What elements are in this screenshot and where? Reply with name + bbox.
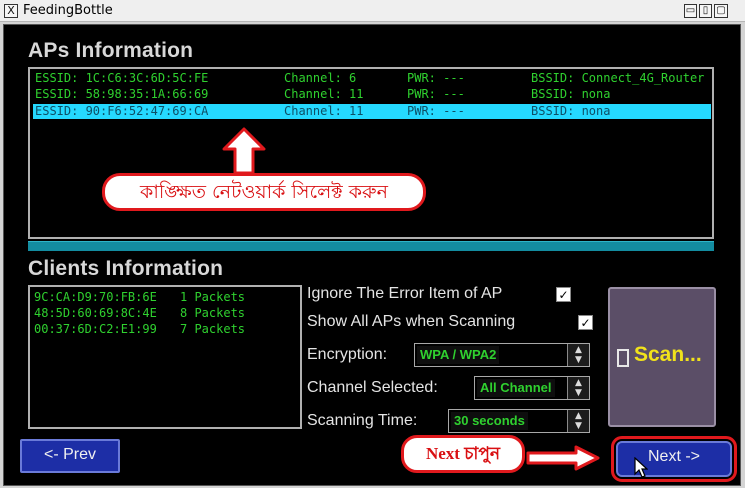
client-row[interactable]: 00:37:6D:C2:E1:99 7 Packets	[34, 322, 300, 337]
client-row[interactable]: 48:5D:60:69:8C:4E 8 Packets	[34, 306, 300, 321]
scan-time-label: Scanning Time:	[307, 412, 418, 429]
arrow-right-icon	[526, 445, 600, 471]
window-close-icon[interactable]: X	[4, 4, 18, 18]
spin-updown-icon[interactable]: ▲ ▼	[567, 410, 589, 432]
scan-button-label: Scan...	[634, 343, 702, 366]
client-row[interactable]: 9C:CA:D9:70:FB:6E 1 Packets	[34, 290, 300, 305]
ignore-error-checkbox[interactable]: ✓	[556, 287, 571, 302]
scan-indicator-icon	[617, 349, 629, 367]
ap-row[interactable]: ESSID: 1C:C6:3C:6D:5C:FE Channel: 6 PWR:…	[33, 71, 711, 86]
client-mac: 00:37:6D:C2:E1:99	[34, 322, 157, 336]
client-packets: 8 Packets	[180, 306, 246, 320]
aps-horizontal-scrollbar[interactable]	[28, 241, 714, 251]
ap-essid: ESSID: 90:F6:52:47:69:CA	[35, 104, 209, 118]
window-titlebar: X FeedingBottle ▭ ▯ ▢	[0, 0, 745, 22]
encryption-label: Encryption:	[307, 346, 388, 363]
aps-section-title: APs Information	[28, 39, 194, 62]
select-network-callout: কাঙ্ক্ষিত নেটওয়ার্ক সিলেক্ট করুন	[102, 173, 426, 211]
scan-time-select[interactable]: 30 seconds ▲ ▼	[448, 409, 590, 433]
prev-button[interactable]: <- Prev	[20, 439, 120, 473]
press-next-callout: Next চাপুন	[401, 435, 525, 473]
ap-channel: Channel: 6	[284, 71, 357, 85]
ap-row[interactable]: ESSID: 58:98:35:1A:66:69 Channel: 11 PWR…	[33, 87, 711, 102]
app-panel: APs Information ESSID: 1C:C6:3C:6D:5C:FE…	[3, 24, 741, 486]
ap-channel: Channel: 11	[284, 87, 364, 101]
scan-time-value: 30 seconds	[451, 412, 528, 430]
show-all-label: Show All APs when Scanning	[307, 313, 516, 330]
ap-pwr: PWR: ---	[407, 71, 465, 85]
spin-updown-icon[interactable]: ▲ ▼	[567, 344, 589, 366]
client-packets: 1 Packets	[180, 290, 246, 304]
scan-button[interactable]: Scan...	[608, 287, 716, 427]
window-maximize-icon[interactable]: ▯	[699, 4, 712, 18]
ap-bssid: BSSID: Connect_4G_Router	[531, 71, 705, 85]
client-mac: 48:5D:60:69:8C:4E	[34, 306, 157, 320]
ap-pwr: PWR: ---	[407, 104, 465, 118]
aps-list[interactable]: ESSID: 1C:C6:3C:6D:5C:FE Channel: 6 PWR:…	[28, 67, 714, 239]
ap-row-selected[interactable]: ESSID: 90:F6:52:47:69:CA Channel: 11 PWR…	[33, 104, 711, 119]
ignore-error-label: Ignore The Error Item of AP	[307, 285, 503, 302]
channel-label: Channel Selected:	[307, 379, 438, 396]
clients-section-title: Clients Information	[28, 257, 224, 280]
encryption-select[interactable]: WPA / WPA2 ▲ ▼	[414, 343, 590, 367]
mouse-cursor-icon	[634, 457, 648, 478]
clients-list[interactable]: 9C:CA:D9:70:FB:6E 1 Packets 48:5D:60:69:…	[28, 285, 302, 429]
client-mac: 9C:CA:D9:70:FB:6E	[34, 290, 157, 304]
arrow-up-icon	[222, 127, 266, 175]
show-all-checkbox[interactable]: ✓	[578, 315, 593, 330]
window-minimize-icon[interactable]: ▭	[684, 4, 697, 18]
ap-pwr: PWR: ---	[407, 87, 465, 101]
window-title: FeedingBottle	[23, 3, 113, 18]
ap-essid: ESSID: 58:98:35:1A:66:69	[35, 87, 209, 101]
ap-channel: Channel: 11	[284, 104, 364, 118]
encryption-value: WPA / WPA2	[417, 346, 500, 364]
spin-updown-icon[interactable]: ▲ ▼	[567, 377, 589, 399]
client-packets: 7 Packets	[180, 322, 246, 336]
channel-value: All Channel	[477, 379, 555, 397]
ap-essid: ESSID: 1C:C6:3C:6D:5C:FE	[35, 71, 209, 85]
window-restore-icon[interactable]: ▢	[714, 4, 728, 18]
ap-bssid: BSSID: nona	[531, 87, 611, 101]
ap-bssid: BSSID: nona	[531, 104, 611, 118]
channel-select[interactable]: All Channel ▲ ▼	[474, 376, 590, 400]
